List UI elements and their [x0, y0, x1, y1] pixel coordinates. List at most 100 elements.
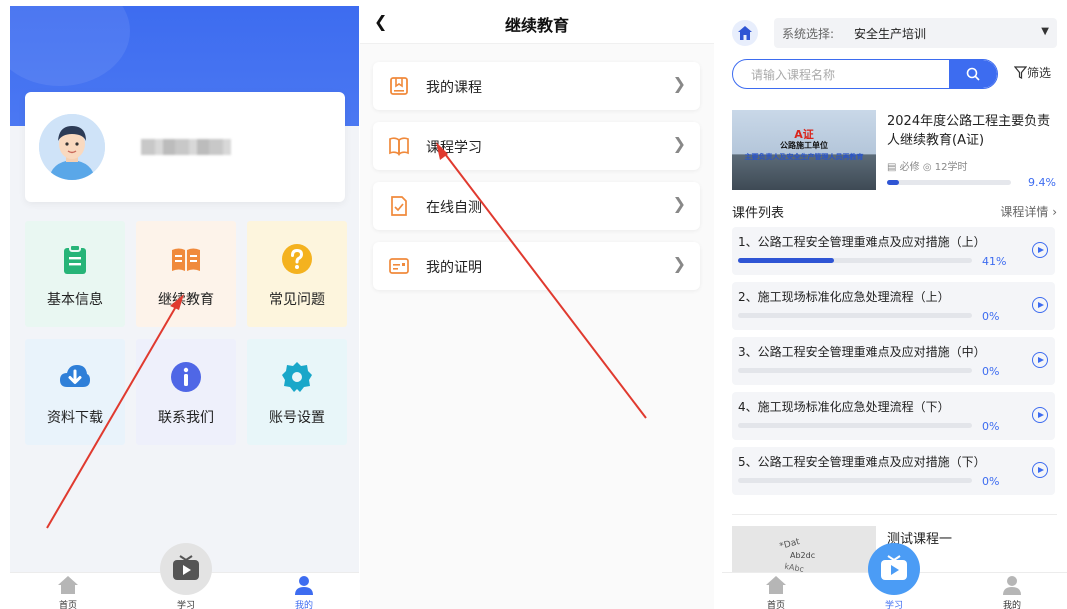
courseware-progress-text: 0% [982, 310, 1000, 323]
courseware-item[interactable]: 4、施工现场标准化应急处理流程（下） 0% [732, 392, 1055, 440]
tile-basic-info[interactable]: 基本信息 [25, 221, 125, 327]
thumbnail-text: 主要负责人及安全生产管理人员再教育 [744, 153, 864, 161]
filter-button[interactable]: 筛选 [1013, 64, 1052, 81]
courseware-item[interactable]: 3、公路工程安全管理重难点及应对措施（中） 0% [732, 337, 1055, 385]
menu-item-label: 我的课程 [426, 80, 482, 96]
page-title: 继续教育 [504, 16, 569, 35]
chevron-right-icon: › [1052, 205, 1057, 219]
tile-label: 资料下载 [47, 410, 103, 426]
tile-label: 联系我们 [158, 410, 214, 426]
courseware-progress-fill [738, 258, 834, 263]
tab-mine-label: 我的 [294, 601, 313, 609]
user-card [25, 92, 345, 202]
info-icon [171, 362, 201, 392]
search-button[interactable] [949, 60, 997, 88]
chevron-right-icon: ❯ [672, 74, 686, 93]
play-icon[interactable] [1032, 242, 1048, 258]
tab-mine-label: 我的 [1002, 601, 1021, 609]
tag-hours: 12学时 [934, 162, 968, 173]
bookmark-icon [390, 77, 408, 95]
tv-play-icon [881, 555, 907, 580]
question-icon [282, 244, 312, 274]
menu-item-my-certificate[interactable]: 我的证明 ❯ [373, 242, 700, 290]
search-input[interactable]: 请输入课程名称 [751, 66, 835, 83]
certificate-icon [389, 258, 409, 274]
courseware-progress-text: 0% [982, 365, 1000, 378]
courseware-progress-text: 0% [982, 475, 1000, 488]
course-progress-text: 9.4% [1028, 176, 1056, 189]
courseware-progress-bar [738, 258, 972, 263]
course-progress-bar [887, 180, 1011, 185]
courseware-list-header: 课件列表 课程详情 › [732, 202, 1057, 221]
study-center-button[interactable] [868, 543, 920, 595]
courseware-progress-bar [738, 313, 972, 318]
menu-item-label: 课程学习 [426, 140, 482, 156]
study-center-button[interactable] [160, 543, 212, 595]
menu-item-course-study[interactable]: 课程学习 ❯ [373, 122, 700, 170]
cloud-download-icon [60, 365, 90, 387]
open-book-icon [172, 248, 200, 271]
avatar [39, 114, 105, 180]
svg-text:Ab2dc: Ab2dc [790, 551, 815, 560]
tile-account-settings[interactable]: 账号设置 [247, 339, 347, 445]
menu-item-self-test[interactable]: 在线自测 ❯ [373, 182, 700, 230]
tile-download[interactable]: 资料下载 [25, 339, 125, 445]
tv-play-icon [173, 555, 199, 580]
courseware-item[interactable]: 1、公路工程安全管理重难点及应对措施（上） 41% [732, 227, 1055, 275]
svg-text:*Dat: *Dat [779, 537, 802, 552]
courseware-progress-bar [738, 368, 972, 373]
tile-faq[interactable]: 常见问题 [247, 221, 347, 327]
tile-continuing-education[interactable]: 继续教育 [136, 221, 236, 327]
chevron-right-icon: ❯ [672, 134, 686, 153]
house-icon [738, 26, 752, 40]
bottom-tab-bar: 首页 学习 我的 [10, 543, 359, 609]
courseware-title: 5、公路工程安全管理重难点及应对措施（下） [738, 455, 986, 469]
course-thumbnail: A证 公路施工单位 主要负责人及安全生产管理人员再教育 [732, 110, 876, 190]
courseware-progress-bar [738, 478, 972, 483]
course-card[interactable]: A证 公路施工单位 主要负责人及安全生产管理人员再教育 2024年度公路工程主要… [732, 110, 1057, 190]
menu-list: 我的课程 ❯ 课程学习 ❯ 在线自测 ❯ 我的证明 ❯ [360, 44, 714, 609]
nav-bar: ❮ 继续教育 [360, 6, 714, 44]
book-icon [389, 137, 409, 156]
course-progress-fill [887, 180, 899, 185]
chevron-right-icon: ❯ [672, 254, 686, 273]
clipboard-icon [64, 244, 86, 274]
tile-label: 常见问题 [269, 292, 325, 308]
filter-label: 筛选 [1027, 66, 1052, 80]
menu-item-my-courses[interactable]: 我的课程 ❯ [373, 62, 700, 110]
course-tags: ▤ 必修 ◎ 12学时 [887, 162, 968, 173]
house-icon [58, 576, 78, 594]
courseware-item[interactable]: 2、施工现场标准化应急处理流程（上） 0% [732, 282, 1055, 330]
play-icon[interactable] [1032, 462, 1048, 478]
tab-study-label: 学习 [176, 601, 195, 609]
checklist-icon [391, 196, 407, 216]
person-icon [1003, 576, 1021, 595]
courseware-item[interactable]: 5、公路工程安全管理重难点及应对措施（下） 0% [732, 447, 1055, 495]
courseware-progress-text: 41% [982, 255, 1007, 268]
search-icon [966, 67, 980, 81]
course-detail-label: 课程详情 [1000, 205, 1049, 219]
list-title: 课件列表 [732, 206, 785, 221]
course-thumbnail: *Dat Ab2dc kAbc [732, 526, 876, 576]
system-select-label: 系统选择: [782, 27, 835, 41]
tab-home-label: 首页 [58, 601, 77, 609]
home-button[interactable] [732, 20, 758, 46]
caret-down-icon: ▼ [1041, 26, 1049, 37]
menu-item-label: 我的证明 [426, 260, 482, 276]
filter-icon [1013, 66, 1028, 79]
play-icon[interactable] [1032, 352, 1048, 368]
course-study-panel: 系统选择: 安全生产培训 ▼ 请输入课程名称 筛选 A证 公路施工单位 主要负责… [722, 6, 1067, 609]
chevron-right-icon: ❯ [672, 194, 686, 213]
menu-item-label: 在线自测 [426, 200, 482, 216]
course-search: 请输入课程名称 [732, 59, 998, 89]
divider [732, 514, 1057, 515]
system-select[interactable]: 系统选择: 安全生产培训 ▼ [774, 18, 1057, 48]
play-icon[interactable] [1032, 297, 1048, 313]
tile-contact-us[interactable]: 联系我们 [136, 339, 236, 445]
play-icon[interactable] [1032, 407, 1048, 423]
courseware-title: 2、施工现场标准化应急处理流程（上） [738, 290, 950, 304]
courseware-title: 3、公路工程安全管理重难点及应对措施（中） [738, 345, 986, 359]
user-name-redacted [141, 139, 231, 155]
thumbnail-text: 公路施工单位 [780, 141, 828, 150]
course-detail-link[interactable]: 课程详情 › [1000, 203, 1057, 220]
